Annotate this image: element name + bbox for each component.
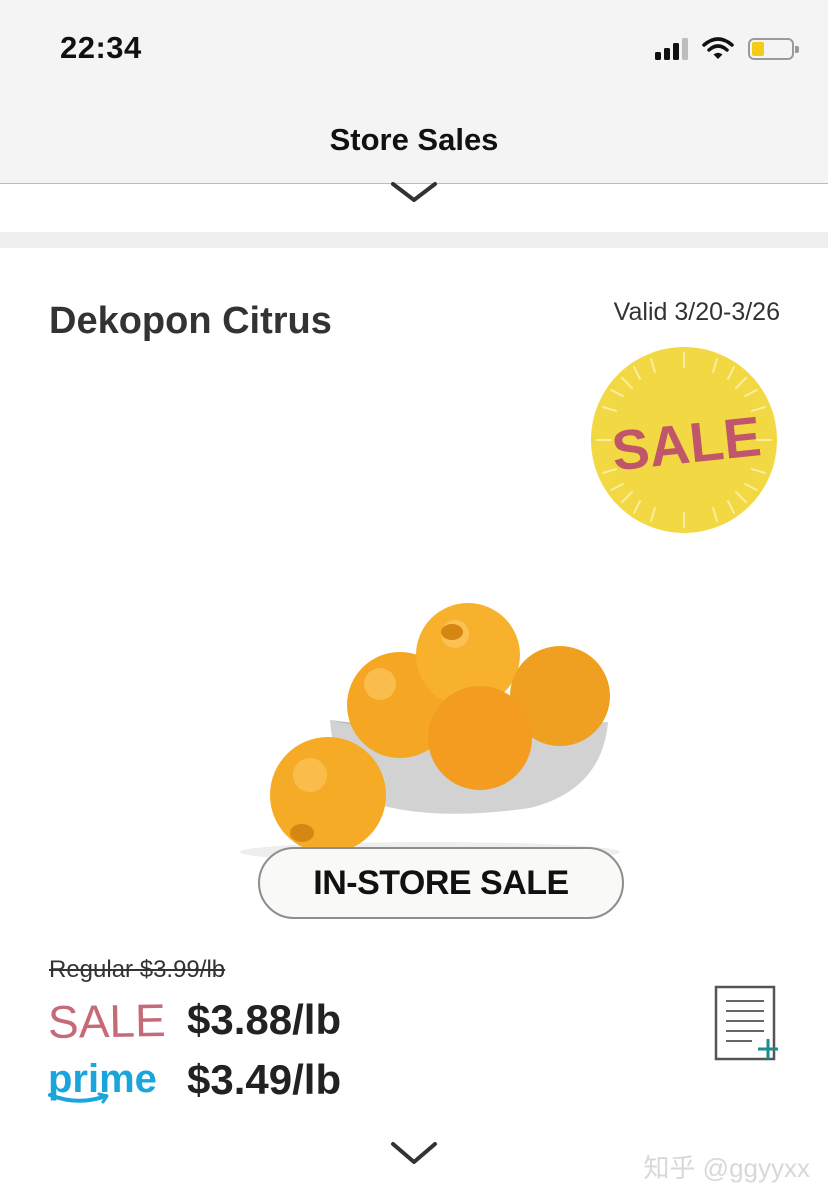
status-icons <box>655 34 799 64</box>
validity-dates: Valid 3/20-3/26 <box>613 298 780 326</box>
prime-smile-icon <box>48 1092 109 1104</box>
prime-price: $3.49/lb <box>187 1056 342 1103</box>
status-bar: 22:34 <box>0 0 828 96</box>
wifi-icon <box>702 37 734 59</box>
signal-icon <box>655 38 688 60</box>
section-divider <box>0 232 828 248</box>
sale-label: SALE <box>47 993 167 1049</box>
status-time: 22:34 <box>60 30 142 65</box>
sale-price: $3.88/lb <box>187 996 342 1043</box>
battery-icon <box>748 38 799 60</box>
watermark: 知乎 @ggyyxx <box>643 1153 810 1183</box>
regular-price: Regular $3.99/lb <box>49 956 226 983</box>
page-title: Store Sales <box>329 122 499 157</box>
in-store-sale-tag: IN-STORE SALE <box>258 847 624 919</box>
sale-badge: SALE <box>591 347 777 533</box>
collapse-chevron-icon[interactable] <box>390 182 438 204</box>
expand-chevron-icon[interactable] <box>390 1140 438 1168</box>
nav-bar: Store Sales <box>0 96 828 184</box>
add-to-list-icon[interactable] <box>712 983 782 1063</box>
product-image <box>240 603 620 862</box>
product-name: Dekopon Citrus <box>49 300 332 342</box>
